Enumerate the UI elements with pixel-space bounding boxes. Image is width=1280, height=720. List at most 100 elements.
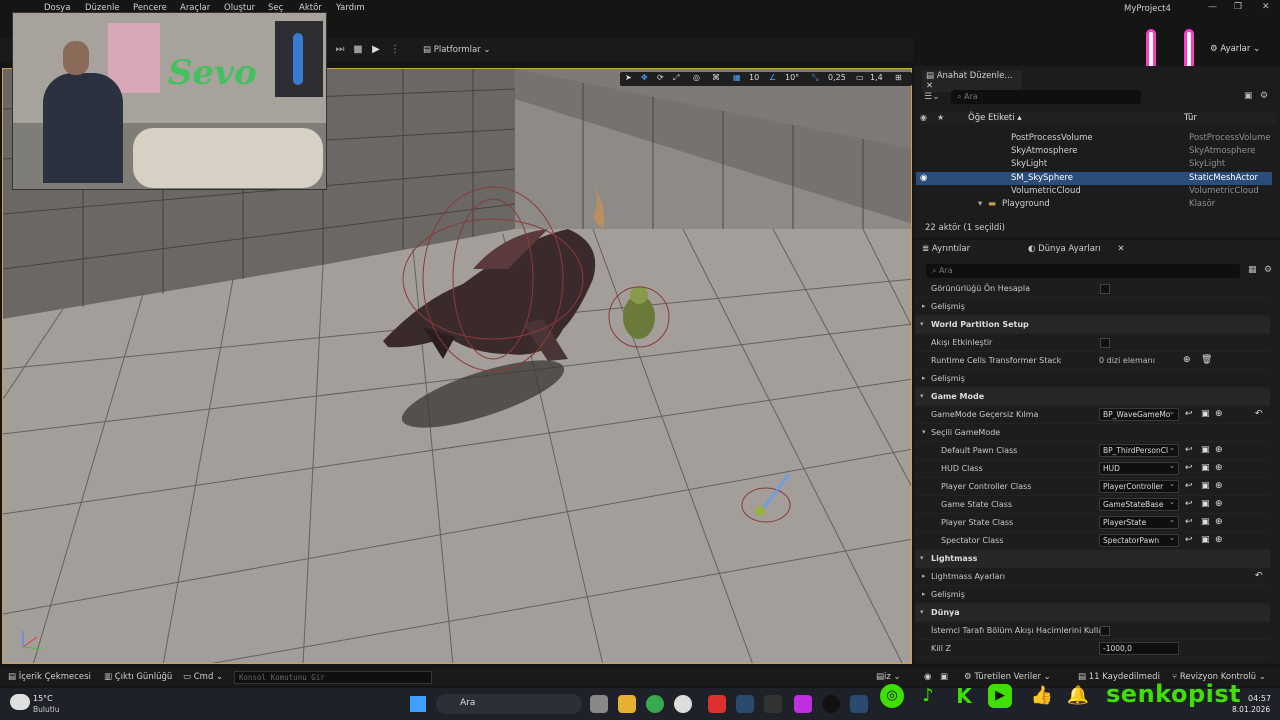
select-mode-icon[interactable]: ➤ bbox=[625, 73, 632, 82]
details-section[interactable]: ▾ Seçili GameMode bbox=[915, 424, 1270, 442]
reset-icon[interactable]: ↶ bbox=[1255, 409, 1263, 419]
tab-close-icon[interactable]: ✕ bbox=[926, 81, 933, 91]
windows-start-icon[interactable] bbox=[410, 696, 426, 712]
details-section[interactable]: ▸ Gelişmiş bbox=[915, 370, 1270, 388]
use-selected-icon[interactable]: ↩ bbox=[1185, 409, 1193, 419]
weather-temp[interactable]: 15°C bbox=[33, 694, 53, 703]
add-icon[interactable]: ⊕ bbox=[1215, 517, 1223, 527]
reset-icon[interactable]: ↶ bbox=[1255, 571, 1263, 581]
expand-icon[interactable]: ▸ bbox=[922, 590, 926, 598]
live-coding-icon[interactable]: ▣ bbox=[940, 672, 948, 682]
surface-snap-icon[interactable]: ⌘ bbox=[712, 73, 720, 82]
add-icon[interactable]: ⊕ bbox=[1215, 463, 1223, 473]
outliner-row[interactable]: PostProcessVolume PostProcessVolume bbox=[916, 132, 1272, 145]
browse-icon[interactable]: ▣ bbox=[1201, 409, 1210, 419]
tab-world-settings[interactable]: ◐ Dünya Ayarları ✕ bbox=[1028, 244, 1125, 254]
translate-icon[interactable]: ✥ bbox=[641, 73, 648, 82]
column-type[interactable]: Tür bbox=[1184, 113, 1197, 123]
browse-icon[interactable]: ▣ bbox=[1201, 535, 1210, 545]
add-icon[interactable]: ⊕ bbox=[1215, 499, 1223, 509]
use-selected-icon[interactable]: ↩ bbox=[1185, 499, 1193, 509]
details-category[interactable]: ▾ Dünya bbox=[915, 604, 1270, 622]
minimize-icon[interactable]: — bbox=[1208, 2, 1217, 12]
class-dropdown[interactable]: HUD bbox=[1099, 462, 1179, 475]
tab-outliner[interactable]: ▤ Anahat Düzenle... ✕ bbox=[922, 70, 1022, 92]
weather-icon[interactable] bbox=[10, 694, 30, 710]
expand-icon[interactable]: ▸ bbox=[922, 572, 926, 580]
add-icon[interactable]: ⊕ bbox=[1215, 445, 1223, 455]
use-selected-icon[interactable]: ↩ bbox=[1185, 481, 1193, 491]
table-view-icon[interactable]: ▦ bbox=[1248, 265, 1257, 275]
cmd-dropdown[interactable]: ▭ Cmd ⌄ bbox=[183, 672, 223, 682]
filter-icon[interactable]: ☰⌄ bbox=[924, 92, 940, 102]
app-icon[interactable] bbox=[674, 695, 692, 713]
details-category[interactable]: ▾ World Partition Setup bbox=[915, 316, 1270, 334]
app-red-icon[interactable] bbox=[708, 695, 726, 713]
grid-snap-icon[interactable]: ▦ bbox=[733, 73, 741, 82]
epic-icon[interactable] bbox=[764, 695, 782, 713]
class-dropdown[interactable]: BP_WaveGameMo bbox=[1099, 408, 1179, 421]
play-icon[interactable]: ▶ bbox=[370, 44, 382, 56]
class-dropdown[interactable]: GameStateBase bbox=[1099, 498, 1179, 511]
browse-icon[interactable]: ▣ bbox=[1201, 481, 1210, 491]
collapse-icon[interactable]: ▾ bbox=[920, 608, 924, 616]
record-icon[interactable]: ◉ bbox=[924, 672, 931, 682]
steam-icon[interactable] bbox=[736, 695, 754, 713]
scale-snap-icon[interactable]: ⤡ bbox=[812, 73, 818, 83]
property-checkbox[interactable] bbox=[1100, 338, 1110, 348]
collapse-icon[interactable]: ▾ bbox=[920, 392, 924, 400]
chrome-icon[interactable] bbox=[646, 695, 664, 713]
steam-icon-2[interactable] bbox=[850, 695, 868, 713]
use-selected-icon[interactable]: ↩ bbox=[1185, 463, 1193, 473]
details-category[interactable]: ▾ Lightmass bbox=[915, 550, 1270, 568]
details-section[interactable]: ▸ Lightmass Ayarları ↶ bbox=[915, 568, 1270, 586]
trash-icon[interactable]: 🗑 bbox=[1201, 355, 1212, 365]
rotation-snap-icon[interactable]: ∠ bbox=[769, 73, 776, 82]
class-dropdown[interactable]: BP_ThirdPersonCl bbox=[1099, 444, 1179, 457]
details-settings-icon[interactable]: ⚙ bbox=[1264, 265, 1272, 275]
close-icon[interactable]: ✕ bbox=[1262, 2, 1270, 12]
camera-speed-value[interactable]: 1,4 bbox=[870, 73, 883, 82]
details-category[interactable]: ▾ Game Mode bbox=[915, 388, 1270, 406]
world-icon[interactable]: ◎ bbox=[693, 73, 700, 82]
browse-icon[interactable]: ▣ bbox=[1201, 517, 1210, 527]
outliner-row[interactable]: SkyLight SkyLight bbox=[916, 158, 1272, 171]
browse-icon[interactable]: ▣ bbox=[1201, 463, 1210, 473]
class-dropdown[interactable]: SpectatorPawn bbox=[1099, 534, 1179, 547]
folder-add-icon[interactable]: ▣ bbox=[1244, 91, 1253, 101]
tab-details[interactable]: ≣ Ayrıntılar bbox=[922, 244, 970, 254]
outliner-row-selected[interactable]: ◉ SM_SkySphere StaticMeshActor bbox=[916, 172, 1272, 185]
details-section[interactable]: ▸ Gelişmiş bbox=[915, 586, 1270, 604]
outliner-row[interactable]: SkyAtmosphere SkyAtmosphere bbox=[916, 145, 1272, 158]
task-view-icon[interactable] bbox=[590, 695, 608, 713]
add-icon[interactable]: ⊕ bbox=[1215, 409, 1223, 419]
expand-icon[interactable]: ▸ bbox=[922, 302, 926, 310]
layout-icon[interactable]: ⊞ bbox=[895, 73, 902, 82]
explorer-icon[interactable] bbox=[618, 695, 636, 713]
rotation-value[interactable]: 10° bbox=[785, 73, 799, 82]
derived-data-button[interactable]: ⚙ Türetilen Veriler ⌄ bbox=[964, 672, 1051, 682]
maximize-icon[interactable]: ❐ bbox=[1234, 2, 1242, 12]
unreal-icon[interactable] bbox=[822, 695, 840, 713]
details-section[interactable]: ▸ Gelişmiş bbox=[915, 298, 1270, 316]
content-drawer-button[interactable]: ▤ İçerik Çekmecesi bbox=[8, 672, 91, 682]
trace-icon[interactable]: ▤iz ⌄ bbox=[876, 672, 901, 682]
scale-value[interactable]: 0,25 bbox=[828, 73, 846, 82]
add-element-icon[interactable]: ⊕ bbox=[1183, 355, 1191, 365]
browse-icon[interactable]: ▣ bbox=[1201, 445, 1210, 455]
outliner-settings-icon[interactable]: ⚙ bbox=[1260, 91, 1268, 101]
visibility-icon[interactable]: ◉ bbox=[920, 173, 927, 183]
menu-help[interactable]: Yardım bbox=[336, 3, 365, 13]
output-log-button[interactable]: ▥ Çıktı Günlüğü bbox=[104, 672, 172, 682]
collapse-icon[interactable]: ▾ bbox=[922, 428, 926, 436]
outliner-row[interactable]: VolumetricCloud VolumetricCloud bbox=[916, 185, 1272, 198]
use-selected-icon[interactable]: ↩ bbox=[1185, 445, 1193, 455]
more-icon[interactable]: ⋮ bbox=[389, 44, 401, 56]
property-checkbox[interactable] bbox=[1100, 284, 1110, 294]
property-checkbox[interactable] bbox=[1100, 626, 1110, 636]
skip-icon[interactable]: ⏭ bbox=[334, 44, 346, 56]
expand-icon[interactable]: ▸ bbox=[922, 374, 926, 382]
outliner-row-folder[interactable]: ▾ ▬ Playground Klasör bbox=[916, 198, 1272, 211]
platforms-dropdown[interactable]: ▤ Platformlar ⌄ bbox=[423, 45, 490, 55]
tab-close-icon[interactable]: ✕ bbox=[1118, 244, 1125, 254]
